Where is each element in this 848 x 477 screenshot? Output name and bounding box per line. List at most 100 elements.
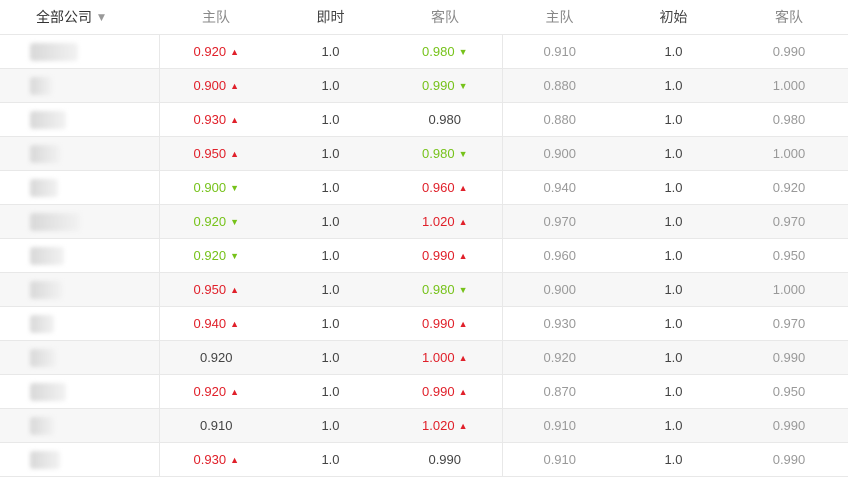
live-away-odds-value: 1.000 [422,350,455,365]
arrow-down-icon: ▼ [230,251,239,261]
init-home-odds-value: 0.880 [543,78,577,93]
init-home-odds-value: 0.910 [543,452,577,467]
live-away-odds-value: 0.980 [422,146,455,161]
company-name-cell [0,204,160,239]
arrow-up-icon: ▲ [458,421,468,431]
table-row[interactable]: 0.910 1.0 1.020 ▲ 0.910 1.0 0.990 [0,408,848,443]
live-home-odds-value: 0.900 [193,78,227,93]
live-away-odds: 0.980 ▼ [388,272,503,307]
redacted-company-name [30,451,60,469]
live-away-odds-value: 0.990 [422,78,455,93]
init-draw-value-value: 1.0 [664,112,683,127]
init-away-odds-value: 0.990 [772,452,806,467]
redacted-company-name [30,77,52,95]
init-draw-value: 1.0 [617,238,730,273]
table-row[interactable]: 0.950 ▲ 1.0 0.980 ▼ 0.900 1.0 1.000 [0,136,848,171]
live-away-odds-value: 0.990 [422,384,455,399]
init-home-odds: 0.910 [502,34,617,69]
live-draw-value: 1.0 [273,136,388,171]
init-away-odds: 0.980 [730,102,848,137]
live-away-odds-value: 0.990 [422,316,455,331]
arrow-up-icon: ▲ [458,319,468,329]
col-header-away-init: 客队 [730,0,848,35]
live-draw-value-value: 1.0 [321,78,340,93]
table-row[interactable]: 0.920 ▼ 1.0 1.020 ▲ 0.970 1.0 0.970 [0,204,848,239]
arrow-up-icon: ▲ [230,149,239,159]
live-draw-value-value: 1.0 [321,452,340,467]
live-home-odds-value: 0.920 [193,384,227,399]
init-draw-value: 1.0 [617,136,730,171]
live-home-odds: 0.920 ▲ [159,34,273,69]
init-home-odds-value: 0.910 [543,44,577,59]
init-away-odds-value: 1.000 [772,282,806,297]
table-row[interactable]: 0.940 ▲ 1.0 0.990 ▲ 0.930 1.0 0.970 [0,306,848,341]
live-home-odds-value: 0.950 [193,146,227,161]
live-home-odds-value: 0.920 [199,350,233,365]
init-draw-value-value: 1.0 [664,214,683,229]
table-row[interactable]: 0.930 ▲ 1.0 0.980 0.880 1.0 0.980 [0,102,848,137]
init-away-odds: 0.990 [730,442,848,477]
live-home-odds: 0.950 ▲ [159,136,273,171]
init-draw-value-value: 1.0 [664,248,683,263]
init-draw-value-value: 1.0 [664,350,683,365]
table-row[interactable]: 0.900 ▼ 1.0 0.960 ▲ 0.940 1.0 0.920 [0,170,848,205]
live-away-odds-value: 0.990 [422,248,455,263]
live-away-odds: 1.020 ▲ [388,204,503,239]
init-home-odds-value: 0.910 [543,418,577,433]
live-home-odds-value: 0.900 [193,180,227,195]
live-draw-value: 1.0 [273,204,388,239]
init-away-odds-value: 0.990 [772,418,806,433]
table-row[interactable]: 0.920 ▼ 1.0 0.990 ▲ 0.960 1.0 0.950 [0,238,848,273]
company-name-cell [0,374,160,409]
table-row[interactable]: 0.920 1.0 1.000 ▲ 0.920 1.0 0.990 [0,340,848,375]
init-draw-value: 1.0 [617,442,730,477]
redacted-company-name [30,179,58,197]
live-home-odds: 0.930 ▲ [159,442,273,477]
init-draw-value: 1.0 [617,374,730,409]
redacted-company-name [30,281,62,299]
company-name-cell [0,68,160,103]
redacted-company-name [30,383,66,401]
live-home-odds-value: 0.940 [193,316,227,331]
redacted-company-name [30,43,78,61]
init-away-odds-value: 0.950 [772,384,806,399]
live-draw-value: 1.0 [273,102,388,137]
live-home-odds-value: 0.930 [193,452,227,467]
arrow-down-icon: ▼ [230,217,239,227]
company-filter-dropdown[interactable]: 全部公司 ▼ [0,0,159,35]
init-home-odds: 0.970 [502,204,617,239]
init-away-odds: 0.970 [730,204,848,239]
init-home-odds-value: 0.940 [543,180,577,195]
redacted-company-name [30,213,80,231]
init-home-odds-value: 0.900 [543,146,577,161]
live-away-odds-value: 0.980 [428,112,462,127]
live-home-odds: 0.920 ▼ [159,204,273,239]
init-draw-value: 1.0 [617,306,730,341]
init-draw-value: 1.0 [617,102,730,137]
live-away-odds-value: 1.020 [422,418,455,433]
odds-table: 全部公司 ▼ 主队 即时 客队 主队 初始 客队 0.920 ▲ 1.0 0.980 ▼ 0… [0,0,848,477]
live-away-odds: 0.980 [388,102,503,137]
arrow-down-icon: ▼ [458,81,468,91]
init-home-odds: 0.900 [502,136,617,171]
company-name-cell [0,272,160,307]
live-away-odds-value: 0.960 [422,180,455,195]
live-draw-value-value: 1.0 [321,214,340,229]
init-home-odds-value: 0.880 [543,112,577,127]
init-away-odds-value: 1.000 [772,146,806,161]
live-home-odds-value: 0.950 [193,282,227,297]
init-home-odds-value: 0.970 [543,214,577,229]
init-home-odds-value: 0.930 [543,316,577,331]
redacted-company-name [30,349,56,367]
live-home-odds: 0.930 ▲ [159,102,273,137]
live-draw-value: 1.0 [273,340,388,375]
table-row[interactable]: 0.920 ▲ 1.0 0.990 ▲ 0.870 1.0 0.950 [0,374,848,409]
table-row[interactable]: 0.950 ▲ 1.0 0.980 ▼ 0.900 1.0 1.000 [0,272,848,307]
table-row[interactable]: 0.930 ▲ 1.0 0.990 0.910 1.0 0.990 [0,442,848,477]
table-row[interactable]: 0.900 ▲ 1.0 0.990 ▼ 0.880 1.0 1.000 [0,68,848,103]
table-row[interactable]: 0.920 ▲ 1.0 0.980 ▼ 0.910 1.0 0.990 [0,34,848,69]
live-draw-value-value: 1.0 [321,180,340,195]
init-draw-value-value: 1.0 [664,384,683,399]
live-home-odds-value: 0.930 [193,112,227,127]
init-away-odds: 0.990 [730,340,848,375]
